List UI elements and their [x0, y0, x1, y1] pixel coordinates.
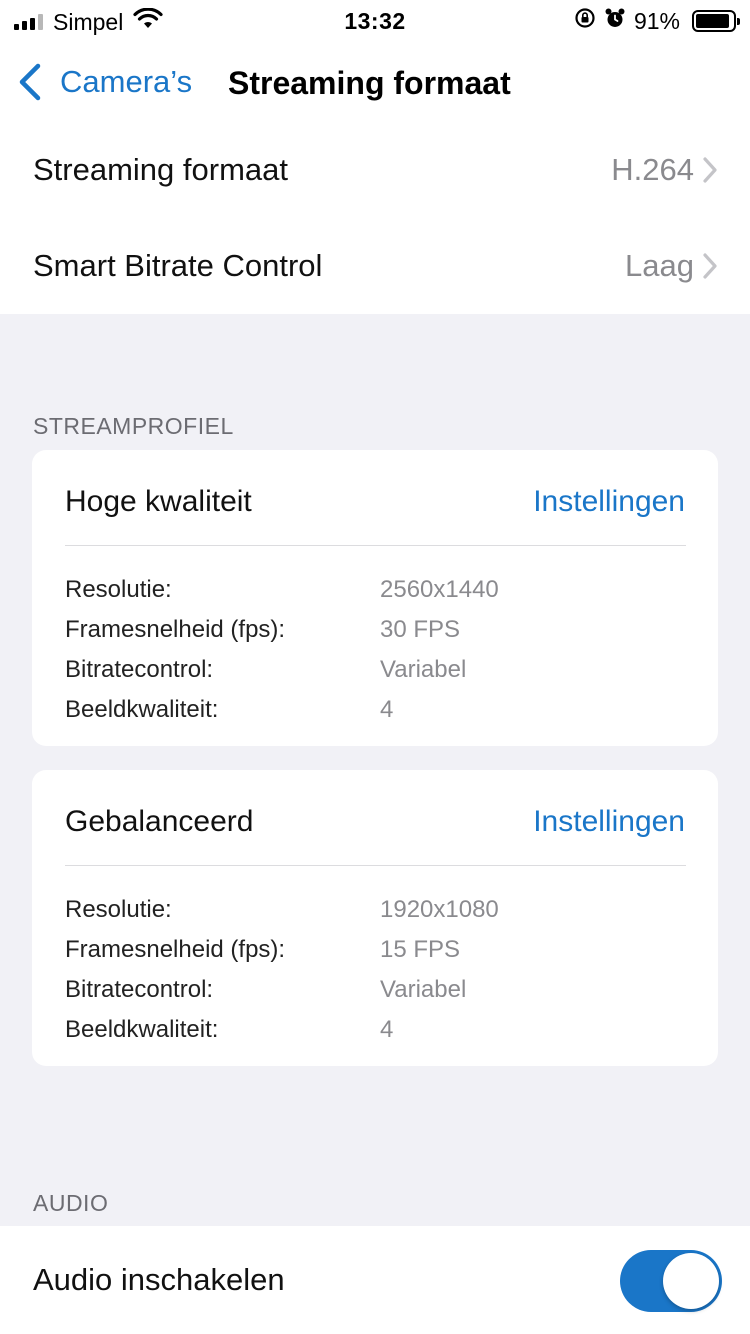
- spec-label: Bitratecontrol:: [65, 976, 214, 1003]
- spec-row-resolution: Resolutie: 2560x1440: [65, 570, 685, 610]
- profile-card-high-quality: Hoge kwaliteit Instellingen Resolutie: 2…: [32, 450, 718, 746]
- battery-icon: [692, 10, 740, 32]
- profile-settings-link[interactable]: Instellingen: [533, 485, 685, 519]
- spec-value: Variabel: [380, 976, 467, 1003]
- back-button[interactable]: Camera’s: [16, 62, 192, 102]
- spec-label: Beeldkwaliteit:: [65, 1016, 219, 1043]
- spec-label: Resolutie:: [65, 576, 172, 603]
- divider: [65, 545, 686, 546]
- smart-bitrate-value: Laag: [625, 248, 694, 283]
- spec-value: Variabel: [380, 656, 467, 683]
- battery-fill: [696, 14, 729, 28]
- spec-row-resolution: Resolutie: 1920x1080: [65, 890, 685, 930]
- chevron-left-icon: [19, 63, 41, 101]
- stream-profile-header: STREAMPROFIEL: [33, 413, 234, 439]
- status-right: 91%: [574, 7, 740, 35]
- divider: [65, 865, 686, 866]
- alarm-icon: [604, 7, 626, 35]
- spec-label: Resolutie:: [65, 896, 172, 923]
- spec-value: 30 FPS: [380, 616, 461, 643]
- format-settings-group: Streaming formaat H.264 Smart Bitrate Co…: [0, 122, 750, 314]
- profile-name: Gebalanceerd: [65, 805, 254, 838]
- streaming-format-label: Streaming formaat: [33, 152, 288, 187]
- spec-label: Beeldkwaliteit:: [65, 696, 219, 723]
- spec-value: 15 FPS: [380, 936, 461, 963]
- spec-label: Framesnelheid (fps):: [65, 616, 286, 643]
- spec-row-bitrate-control: Bitratecontrol: Variabel: [65, 650, 685, 690]
- spec-row-bitrate-control: Bitratecontrol: Variabel: [65, 970, 685, 1010]
- profile-name: Hoge kwaliteit: [65, 485, 252, 518]
- spec-list: Resolutie: 1920x1080 Framesnelheid (fps)…: [65, 890, 685, 1050]
- smart-bitrate-label: Smart Bitrate Control: [33, 248, 323, 283]
- spec-value: 1920x1080: [380, 896, 499, 923]
- chevron-right-icon: [703, 157, 717, 183]
- navigation-bar: Camera’s Streaming formaat: [0, 40, 750, 130]
- spec-row-framerate: Framesnelheid (fps): 15 FPS: [65, 930, 685, 970]
- audio-settings-group: Audio inschakelen: [0, 1226, 750, 1334]
- chevron-right-icon: [703, 253, 717, 279]
- profile-settings-link[interactable]: Instellingen: [533, 805, 685, 839]
- audio-toggle[interactable]: [620, 1250, 722, 1312]
- spec-value: 4: [380, 696, 394, 723]
- spec-row-framerate: Framesnelheid (fps): 30 FPS: [65, 610, 685, 650]
- audio-enable-label: Audio inschakelen: [33, 1262, 285, 1297]
- spec-row-image-quality: Beeldkwaliteit: 4: [65, 690, 685, 730]
- battery-percent: 91%: [633, 7, 680, 34]
- audio-header: AUDIO: [33, 1190, 109, 1216]
- streaming-format-value: H.264: [611, 152, 694, 187]
- back-label: Camera’s: [60, 64, 193, 99]
- spec-label: Framesnelheid (fps):: [65, 936, 286, 963]
- spec-list: Resolutie: 2560x1440 Framesnelheid (fps)…: [65, 570, 685, 730]
- spec-value: 2560x1440: [380, 576, 499, 603]
- streaming-format-row[interactable]: Streaming formaat H.264: [0, 122, 750, 218]
- toggle-knob: [663, 1253, 719, 1309]
- page-title: Streaming formaat: [228, 65, 511, 101]
- spec-row-image-quality: Beeldkwaliteit: 4: [65, 1010, 685, 1050]
- profile-card-balanced: Gebalanceerd Instellingen Resolutie: 192…: [32, 770, 718, 1066]
- status-bar: Simpel 13:32 91%: [0, 0, 750, 40]
- smart-bitrate-row[interactable]: Smart Bitrate Control Laag: [0, 218, 750, 314]
- spec-value: 4: [380, 1016, 394, 1043]
- spec-label: Bitratecontrol:: [65, 656, 214, 683]
- orientation-lock-icon: [574, 7, 596, 35]
